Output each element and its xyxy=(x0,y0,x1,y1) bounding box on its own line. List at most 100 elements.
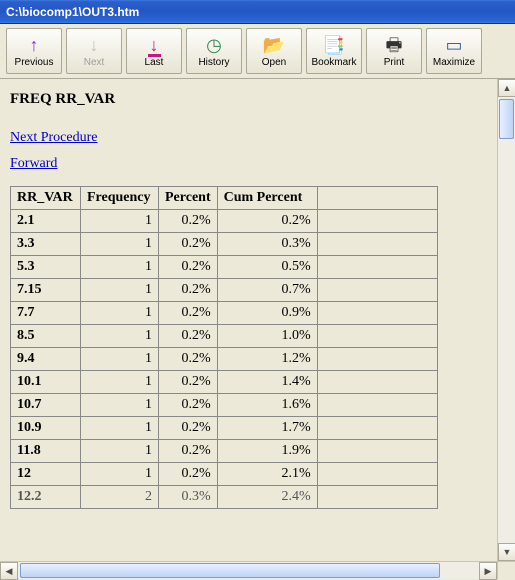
scroll-left-button[interactable]: ◀ xyxy=(0,562,18,580)
cell-cum-percent: 1.2% xyxy=(217,348,317,371)
table-row: 10.710.2%1.6% xyxy=(11,394,438,417)
cell-cum-percent: 1.9% xyxy=(217,440,317,463)
cell-cum-percent: 1.4% xyxy=(217,371,317,394)
cell-rr-var: 8.5 xyxy=(11,325,81,348)
table-row: 2.110.2%0.2% xyxy=(11,210,438,233)
table-row: 8.510.2%1.0% xyxy=(11,325,438,348)
last-icon: ↓ xyxy=(150,34,159,56)
scroll-h-thumb[interactable] xyxy=(20,563,440,578)
print-button[interactable]: 🖶Print xyxy=(366,28,422,74)
previous-icon: ↑ xyxy=(30,34,39,56)
cell-blank xyxy=(317,279,437,302)
table-row: 10.910.2%1.7% xyxy=(11,417,438,440)
cell-blank xyxy=(317,210,437,233)
content-area: FREQ RR_VAR Next Procedure Forward RR_VA… xyxy=(0,79,515,579)
cell-percent: 0.2% xyxy=(159,394,218,417)
open-icon: 📂 xyxy=(263,34,285,56)
cell-frequency: 1 xyxy=(81,348,159,371)
open-button[interactable]: 📂Open xyxy=(246,28,302,74)
vertical-scrollbar[interactable]: ▲ ▼ xyxy=(497,79,515,561)
cell-frequency: 1 xyxy=(81,233,159,256)
previous-label: Previous xyxy=(15,57,54,68)
table-row: 7.710.2%0.9% xyxy=(11,302,438,325)
cell-rr-var: 2.1 xyxy=(11,210,81,233)
cell-rr-var: 7.7 xyxy=(11,302,81,325)
cell-cum-percent: 1.7% xyxy=(217,417,317,440)
cell-blank xyxy=(317,348,437,371)
toolbar: ↑Previous↓Next↓Last◷History📂Open📑Bookmar… xyxy=(0,24,515,79)
cell-cum-percent: 0.3% xyxy=(217,233,317,256)
cell-rr-var: 7.15 xyxy=(11,279,81,302)
scroll-h-track[interactable] xyxy=(18,562,479,579)
page-title: FREQ RR_VAR xyxy=(10,91,487,108)
window-titlebar: C:\biocomp1\OUT3.htm xyxy=(0,0,515,24)
col-frequency: Frequency xyxy=(81,187,159,210)
table-row: 11.810.2%1.9% xyxy=(11,440,438,463)
previous-button[interactable]: ↑Previous xyxy=(6,28,62,74)
scroll-down-button[interactable]: ▼ xyxy=(498,543,515,561)
cell-rr-var: 10.9 xyxy=(11,417,81,440)
cell-blank xyxy=(317,394,437,417)
cell-blank xyxy=(317,417,437,440)
cell-rr-var: 12 xyxy=(11,463,81,486)
cell-frequency: 1 xyxy=(81,463,159,486)
cell-rr-var: 12.2 xyxy=(11,486,81,509)
last-button[interactable]: ↓Last xyxy=(126,28,182,74)
cell-percent: 0.2% xyxy=(159,302,218,325)
table-row: 5.310.2%0.5% xyxy=(11,256,438,279)
col-rr-var: RR_VAR xyxy=(11,187,81,210)
cell-rr-var: 3.3 xyxy=(11,233,81,256)
cell-blank xyxy=(317,302,437,325)
maximize-icon: ▭ xyxy=(445,34,462,56)
cell-cum-percent: 0.2% xyxy=(217,210,317,233)
cell-frequency: 1 xyxy=(81,256,159,279)
open-label: Open xyxy=(262,57,286,68)
cell-percent: 0.2% xyxy=(159,279,218,302)
cell-percent: 0.2% xyxy=(159,256,218,279)
maximize-label: Maximize xyxy=(433,57,475,68)
cell-cum-percent: 0.7% xyxy=(217,279,317,302)
cell-blank xyxy=(317,371,437,394)
cell-percent: 0.3% xyxy=(159,486,218,509)
maximize-button[interactable]: ▭Maximize xyxy=(426,28,482,74)
history-icon: ◷ xyxy=(206,34,222,56)
bookmark-icon: 📑 xyxy=(323,34,345,56)
cell-rr-var: 10.1 xyxy=(11,371,81,394)
cell-frequency: 1 xyxy=(81,394,159,417)
cell-percent: 0.2% xyxy=(159,417,218,440)
cell-rr-var: 5.3 xyxy=(11,256,81,279)
table-row: 10.110.2%1.4% xyxy=(11,371,438,394)
print-label: Print xyxy=(384,57,405,68)
scroll-v-thumb[interactable] xyxy=(499,99,514,139)
bookmark-label: Bookmark xyxy=(311,57,356,68)
cell-frequency: 1 xyxy=(81,440,159,463)
cell-cum-percent: 2.4% xyxy=(217,486,317,509)
scroll-right-button[interactable]: ▶ xyxy=(479,562,497,580)
cell-cum-percent: 0.9% xyxy=(217,302,317,325)
cell-rr-var: 9.4 xyxy=(11,348,81,371)
history-button[interactable]: ◷History xyxy=(186,28,242,74)
scroll-up-button[interactable]: ▲ xyxy=(498,79,515,97)
bookmark-button[interactable]: 📑Bookmark xyxy=(306,28,362,74)
cell-rr-var: 11.8 xyxy=(11,440,81,463)
cell-percent: 0.2% xyxy=(159,348,218,371)
document-page: FREQ RR_VAR Next Procedure Forward RR_VA… xyxy=(0,79,497,561)
window-title: C:\biocomp1\OUT3.htm xyxy=(6,5,139,19)
cell-percent: 0.2% xyxy=(159,371,218,394)
print-icon: 🖶 xyxy=(386,34,403,56)
next-icon: ↓ xyxy=(90,34,99,56)
cell-blank xyxy=(317,256,437,279)
cell-percent: 0.2% xyxy=(159,463,218,486)
table-row: 9.410.2%1.2% xyxy=(11,348,438,371)
table-row: 3.310.2%0.3% xyxy=(11,233,438,256)
cell-frequency: 2 xyxy=(81,486,159,509)
next-procedure-link[interactable]: Next Procedure xyxy=(10,130,97,146)
last-label: Last xyxy=(145,57,164,68)
cell-blank xyxy=(317,463,437,486)
scroll-v-track[interactable] xyxy=(498,97,515,543)
horizontal-scrollbar[interactable]: ◀ ▶ xyxy=(0,561,497,579)
cell-blank xyxy=(317,440,437,463)
cell-rr-var: 10.7 xyxy=(11,394,81,417)
forward-link[interactable]: Forward xyxy=(10,156,57,172)
scrollbar-corner xyxy=(497,561,515,579)
